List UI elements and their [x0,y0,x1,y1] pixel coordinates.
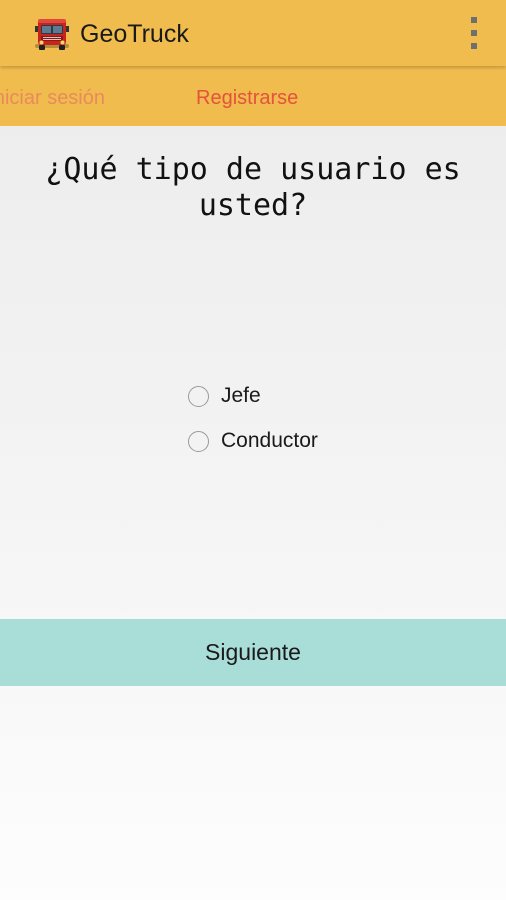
radio-option-conductor[interactable]: Conductor [188,427,318,455]
tab-register[interactable]: Registrarse [196,86,298,110]
red-truck-icon[interactable] [32,14,72,54]
radio-label: Jefe [221,384,261,407]
next-button[interactable]: Siguiente [0,619,506,686]
tab-login[interactable]: Iniciar sesión [0,86,105,110]
radio-button[interactable] [188,385,209,407]
user-type-question: ¿Qué tipo de usuario es usted? [45,152,461,223]
radio-button[interactable] [188,430,209,452]
radio-label: Conductor [221,429,318,452]
overflow-dot [471,30,477,36]
action-bar: GeoTruck [0,0,506,66]
overflow-dot [471,43,477,49]
tab-bar: Iniciar sesión Registrarse [0,66,506,126]
radio-option-jefe[interactable]: Jefe [188,382,261,410]
overflow-menu-icon[interactable] [468,17,480,51]
overflow-dot [471,17,477,23]
app-title: GeoTruck [80,20,189,48]
